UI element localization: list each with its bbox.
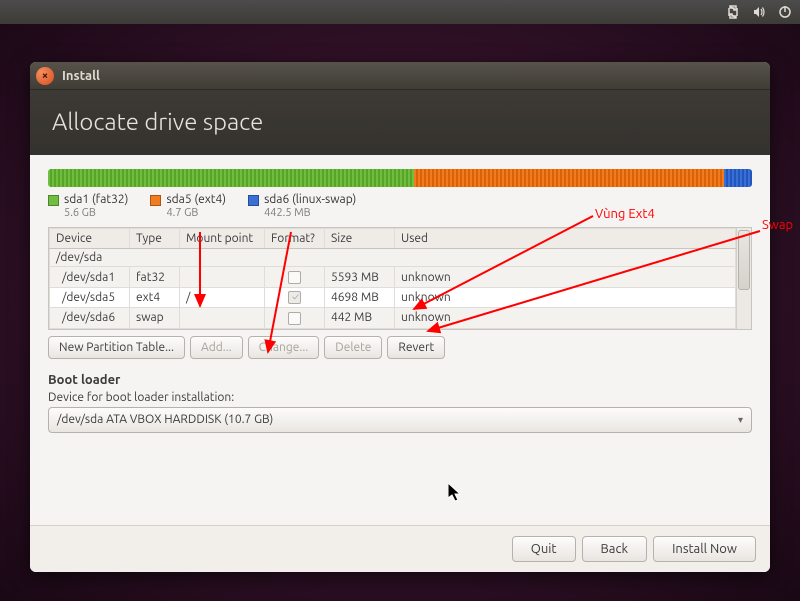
new-partition-table-button[interactable]: New Partition Table...	[48, 336, 185, 359]
table-header-row: Device Type Mount point Format? Size Use…	[50, 229, 736, 249]
legend-size: 5.6 GB	[64, 207, 128, 219]
legend: sda1 (fat32) 5.6 GB sda5 (ext4) 4.7 GB s…	[48, 193, 752, 219]
chevron-down-icon: ▾	[738, 414, 743, 426]
format-checkbox[interactable]	[288, 291, 301, 304]
table-row[interactable]: /dev/sda6 swap 442 MB unknown	[50, 308, 736, 328]
boot-loader-heading: Boot loader	[48, 373, 752, 387]
legend-item: sda1 (fat32) 5.6 GB	[48, 193, 128, 219]
footer: Quit Back Install Now	[30, 525, 770, 572]
disk-usage-bar	[48, 169, 752, 187]
table-scrollbar[interactable]	[736, 228, 751, 328]
disk-segment	[48, 169, 414, 187]
legend-label: sda1 (fat32)	[64, 193, 128, 207]
network-icon[interactable]	[726, 5, 740, 19]
legend-color-icon	[48, 195, 59, 206]
legend-color-icon	[150, 195, 161, 206]
col-type[interactable]: Type	[130, 229, 180, 249]
power-icon[interactable]	[778, 5, 792, 19]
partition-table-wrap: Device Type Mount point Format? Size Use…	[48, 227, 752, 329]
close-icon[interactable]: ×	[36, 67, 54, 85]
legend-item: sda6 (linux-swap) 442.5 MB	[248, 193, 356, 219]
table-row[interactable]: /dev/sda5 ext4 / 4698 MB unknown	[50, 287, 736, 307]
partition-table[interactable]: Device Type Mount point Format? Size Use…	[49, 228, 736, 328]
table-scrollbar-thumb[interactable]	[738, 230, 750, 290]
table-row[interactable]: /dev/sda1 fat32 5593 MB unknown	[50, 267, 736, 287]
page-heading: Allocate drive space	[30, 90, 770, 155]
sound-icon[interactable]	[752, 5, 766, 19]
format-checkbox[interactable]	[288, 271, 301, 284]
content-area: sda1 (fat32) 5.6 GB sda5 (ext4) 4.7 GB s…	[30, 155, 770, 525]
col-used[interactable]: Used	[395, 229, 736, 249]
disk-segment	[414, 169, 724, 187]
col-format[interactable]: Format?	[265, 229, 325, 249]
revert-button[interactable]: Revert	[387, 336, 445, 359]
back-button[interactable]: Back	[582, 536, 648, 562]
legend-item: sda5 (ext4) 4.7 GB	[150, 193, 226, 219]
delete-button: Delete	[324, 336, 382, 359]
legend-label: sda5 (ext4)	[166, 193, 226, 207]
table-row[interactable]: /dev/sda	[50, 249, 736, 267]
top-panel	[0, 0, 800, 24]
boot-loader-label: Device for boot loader installation:	[48, 391, 752, 404]
legend-size: 442.5 MB	[264, 207, 356, 219]
window-title: Install	[62, 69, 100, 83]
col-mount[interactable]: Mount point	[180, 229, 265, 249]
legend-color-icon	[248, 195, 259, 206]
installer-window: × Install Allocate drive space sda1 (fat…	[30, 62, 770, 572]
add-button: Add...	[190, 336, 243, 359]
install-now-button[interactable]: Install Now	[653, 536, 756, 562]
legend-label: sda6 (linux-swap)	[264, 193, 356, 207]
disk-segment	[724, 169, 752, 187]
col-size[interactable]: Size	[325, 229, 395, 249]
change-button: Change...	[248, 336, 320, 359]
boot-device-selected: /dev/sda ATA VBOX HARDDISK (10.7 GB)	[57, 413, 273, 426]
legend-size: 4.7 GB	[166, 207, 226, 219]
col-device[interactable]: Device	[50, 229, 130, 249]
partition-buttons: New Partition Table... Add... Change... …	[48, 336, 752, 359]
format-checkbox[interactable]	[288, 312, 301, 325]
titlebar: × Install	[30, 62, 770, 90]
quit-button[interactable]: Quit	[512, 536, 576, 562]
boot-device-dropdown[interactable]: /dev/sda ATA VBOX HARDDISK (10.7 GB) ▾	[48, 407, 752, 433]
